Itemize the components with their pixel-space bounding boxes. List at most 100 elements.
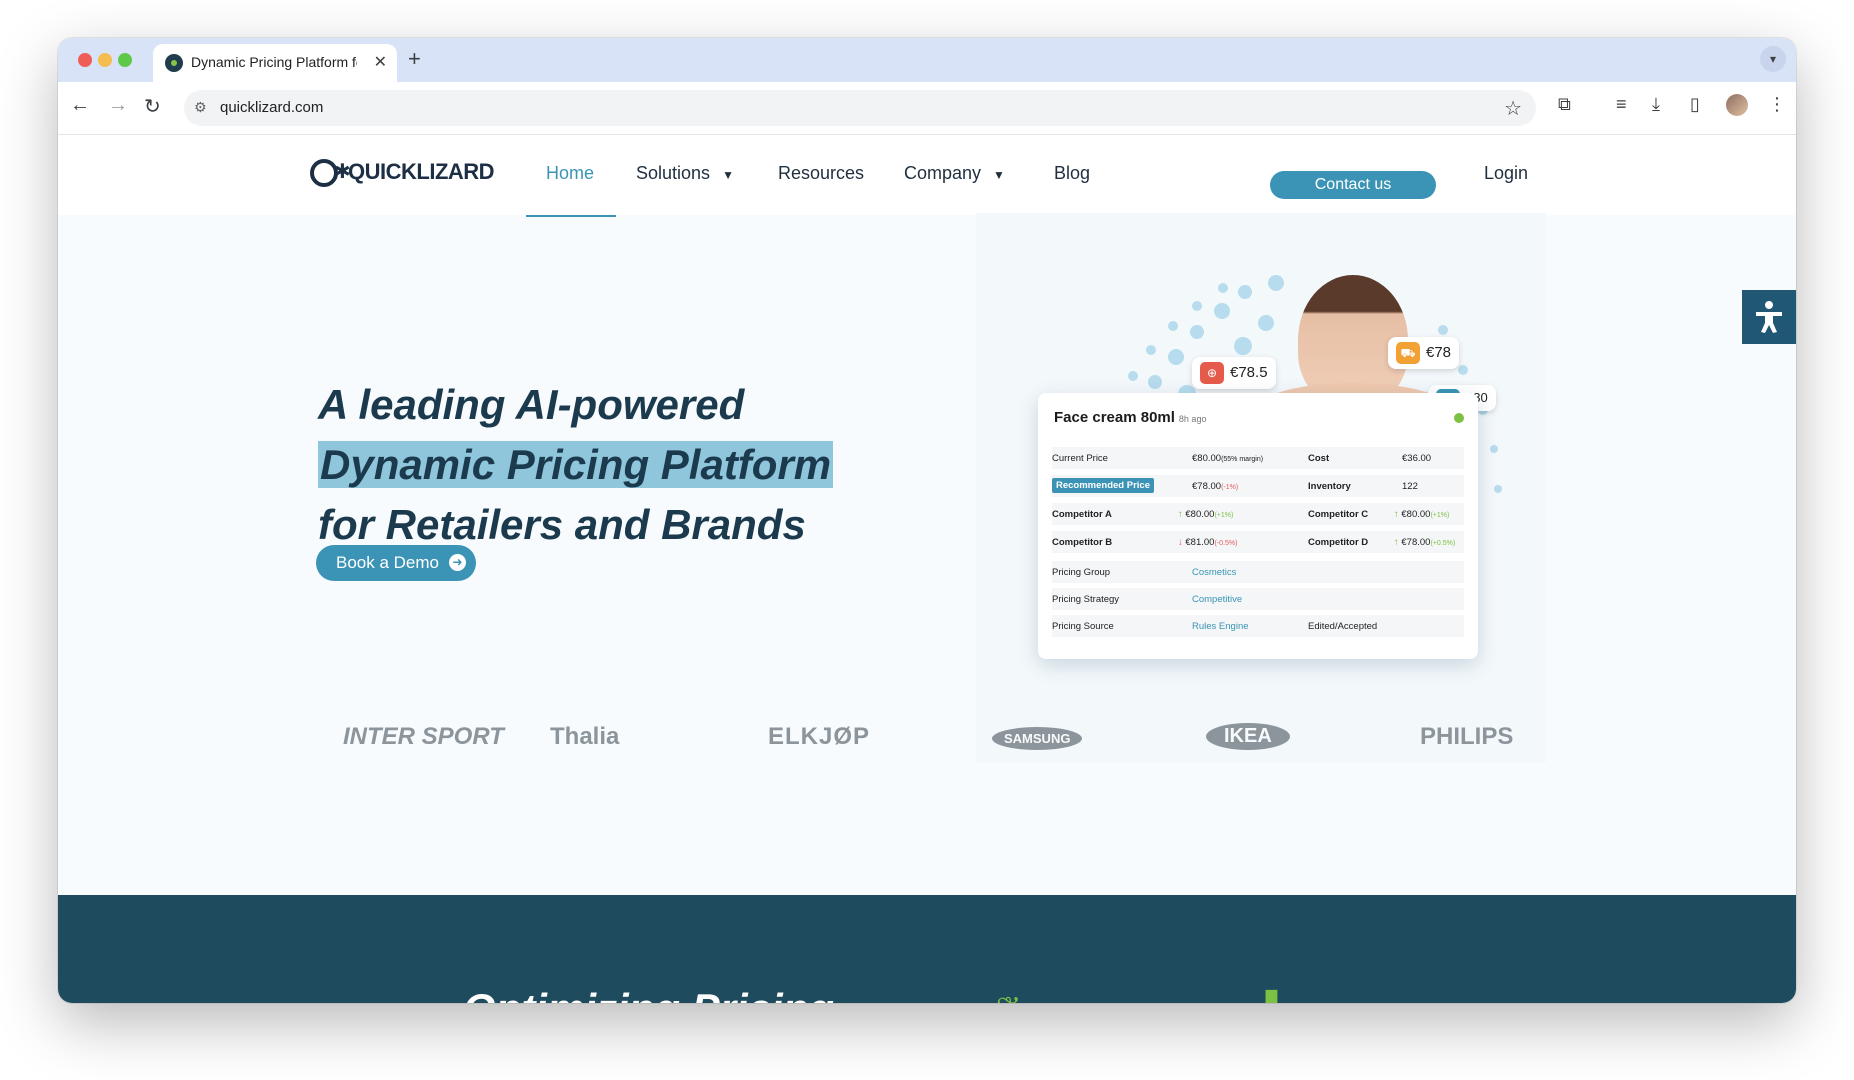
globe-icon: ⊕	[1200, 362, 1224, 384]
logo-mark-icon: ✱	[310, 157, 351, 187]
side-panel-icon[interactable]: ▯	[1690, 94, 1700, 115]
tab-strip: Dynamic Pricing Platform for ✕ + ▾	[58, 38, 1796, 82]
book-demo-button[interactable]: Book a Demo ➜	[316, 545, 476, 581]
tab-search-button[interactable]: ▾	[1760, 46, 1786, 72]
price-tag-value: €78.5	[1230, 364, 1268, 381]
row-value: ↑ €80.00(+1%)	[1394, 509, 1450, 520]
download-icon[interactable]: ⤓	[1652, 94, 1660, 115]
arrow-up-icon: ↑	[1178, 509, 1183, 520]
nav-home[interactable]: Home	[546, 163, 594, 184]
login-link[interactable]: Login	[1484, 163, 1528, 184]
optimizing-section: Optimizing Pricing ❦ ▟	[58, 895, 1796, 1003]
card-row: Competitor A ↑ €80.00(+1%) Competitor C …	[1052, 503, 1464, 525]
reload-icon[interactable]: ↻	[144, 94, 161, 119]
extensions-icon[interactable]: ⧉	[1558, 94, 1571, 115]
arrow-up-icon: ↑	[1394, 537, 1399, 548]
webpage: ✱ QUICKLIZARD Home Solutions ▼ Resources …	[58, 135, 1796, 1003]
chevron-down-icon: ▼	[993, 168, 1005, 182]
row-label: Pricing Source	[1052, 621, 1114, 632]
quicklizard-logo[interactable]: ✱ QUICKLIZARD	[310, 157, 495, 187]
row-label: Current Price	[1052, 453, 1108, 464]
row-label: Pricing Group	[1052, 567, 1111, 578]
row-value: Edited/Accepted	[1308, 621, 1378, 632]
url-text[interactable]: quicklizard.com	[220, 99, 323, 116]
maximize-window-button[interactable]	[118, 53, 132, 67]
card-row: Current Price €80.00(55% margin) Cost €3…	[1052, 447, 1464, 469]
contact-us-button[interactable]: Contact us	[1270, 171, 1436, 199]
favicon-icon	[165, 54, 183, 72]
site-navbar: ✱ QUICKLIZARD Home Solutions ▼ Resources …	[58, 135, 1796, 215]
book-demo-label: Book a Demo	[336, 553, 439, 572]
accessibility-button[interactable]	[1742, 290, 1796, 344]
arrow-up-icon: ↑	[1394, 509, 1399, 520]
chevron-down-icon: ▼	[722, 168, 734, 182]
row-label: Cost	[1308, 453, 1330, 464]
row-value: Competitive	[1192, 594, 1243, 605]
elkjop-logo: ELKJØP	[768, 723, 871, 750]
status-dot	[1454, 413, 1464, 423]
row-label: Competitor B	[1052, 537, 1113, 548]
bookmark-star-icon[interactable]: ☆	[1504, 96, 1522, 121]
row-value: ↓ €81.00(-0.5%)	[1178, 537, 1238, 548]
nav-company-label: Company	[904, 163, 982, 183]
nav-resources[interactable]: Resources	[778, 163, 864, 184]
hero-line-2: Dynamic Pricing Platform	[318, 435, 834, 495]
nav-solutions-label: Solutions	[636, 163, 711, 183]
row-value: ↑ €78.00(+0.5%)	[1394, 537, 1456, 548]
address-bar[interactable]: ⚙ quicklizard.com ☆	[184, 90, 1536, 126]
row-value: Rules Engine	[1192, 621, 1249, 632]
hero-highlight: Dynamic Pricing Platform	[318, 441, 834, 488]
site-settings-icon[interactable]: ⚙	[194, 99, 207, 116]
media-control-icon[interactable]: ≡	[1616, 94, 1627, 115]
profile-avatar[interactable]	[1726, 94, 1748, 116]
card-title: Face cream 80ml 8h ago	[1054, 409, 1206, 426]
menu-kebab-icon[interactable]: ⋮	[1768, 94, 1786, 115]
section-title: Optimizing Pricing	[463, 985, 834, 1003]
forward-arrow-icon[interactable]: →	[108, 94, 128, 117]
recommended-price-badge: Recommended Price	[1052, 478, 1154, 493]
logo-text: QUICKLIZARD	[348, 159, 495, 184]
nav-solutions[interactable]: Solutions ▼	[636, 163, 734, 184]
accessibility-icon	[1756, 301, 1782, 333]
row-label: Inventory	[1308, 481, 1351, 492]
nav-active-indicator	[526, 215, 616, 217]
cart-icon: ⛟	[1396, 342, 1420, 364]
back-arrow-icon[interactable]: ←	[70, 94, 90, 117]
browser-toolbar: ← → ↻ ⚙ quicklizard.com ☆ ⧉ ≡ ⤓ ▯ ⋮	[58, 82, 1796, 135]
price-tag-value: €78	[1426, 344, 1452, 361]
row-value: €78.00(-1%)	[1192, 481, 1239, 492]
updated-time: 8h ago	[1178, 414, 1207, 424]
card-row: Recommended Price €78.00(-1%) Inventory …	[1052, 475, 1464, 497]
philips-logo: PHILIPS	[1420, 723, 1514, 750]
row-label: Competitor A	[1052, 509, 1112, 520]
product-pricing-card: Face cream 80ml 8h ago Current Price €80.…	[1038, 393, 1478, 659]
row-label: Competitor C	[1308, 509, 1369, 520]
intersport-logo: INTER SPORT	[343, 723, 504, 750]
row-value: €36.00	[1402, 453, 1432, 464]
arrow-right-circle-icon: ➜	[449, 554, 466, 571]
hero-heading: A leading AI-powered Dynamic Pricing Pla…	[318, 375, 834, 555]
tab-title: Dynamic Pricing Platform for	[191, 54, 357, 70]
row-label: Competitor D	[1308, 537, 1369, 548]
card-row: Pricing Source Rules Engine Edited/Accep…	[1052, 615, 1464, 637]
nav-company[interactable]: Company ▼	[904, 163, 1005, 184]
card-row: Pricing Strategy Competitive	[1052, 588, 1464, 610]
minimize-window-button[interactable]	[98, 53, 112, 67]
row-value: 122	[1402, 481, 1418, 492]
row-label: Pricing Strategy	[1052, 594, 1120, 605]
card-row: Pricing Group Cosmetics	[1052, 561, 1464, 583]
browser-window: Dynamic Pricing Platform for ✕ + ▾ ← → ↻…	[58, 38, 1796, 1003]
ikea-logo: IKEA	[1206, 723, 1290, 750]
close-window-button[interactable]	[78, 53, 92, 67]
new-tab-button[interactable]: +	[408, 46, 421, 72]
price-tag-cart: ⛟ €78	[1388, 337, 1460, 369]
samsung-logo: SAMSUNG	[992, 727, 1083, 750]
thalia-logo: Thalia	[550, 723, 620, 750]
price-tag-web: ⊕ €78.5	[1192, 357, 1276, 389]
row-value: Cosmetics	[1192, 567, 1237, 578]
nav-blog[interactable]: Blog	[1054, 163, 1090, 184]
tab-close-icon[interactable]: ✕	[374, 52, 387, 72]
card-row: Competitor B ↓ €81.00(-0.5%) Competitor …	[1052, 531, 1464, 553]
hero-line-1: A leading AI-powered	[318, 381, 745, 428]
browser-tab[interactable]: Dynamic Pricing Platform for ✕	[153, 44, 397, 82]
